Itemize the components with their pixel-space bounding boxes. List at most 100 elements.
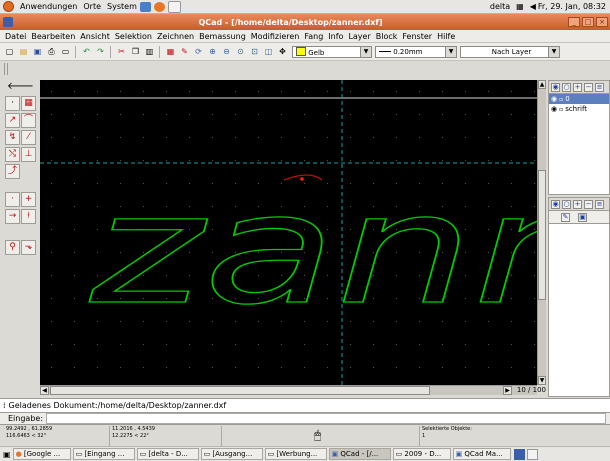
close-button[interactable]: × (596, 17, 608, 27)
horizontal-scroll-thumb[interactable] (50, 386, 430, 395)
zoom-auto-icon[interactable]: ⊙ (234, 45, 247, 58)
edit-layer-icon[interactable]: ≡ (595, 82, 604, 92)
zoom-in-icon[interactable]: ⊕ (206, 45, 219, 58)
menu-block[interactable]: Block (376, 32, 398, 41)
cut-icon[interactable]: ✂ (115, 45, 128, 58)
layer-row[interactable]: ◉ ▫ schrift (549, 104, 609, 114)
polyline-tool-icon[interactable]: ⤭ (5, 147, 20, 162)
circle-tool-icon[interactable]: ↯ (5, 130, 20, 145)
grid-icon[interactable]: ▦ (164, 45, 177, 58)
menu-bemassung[interactable]: Bemassung (199, 32, 246, 41)
command-input[interactable] (46, 413, 606, 424)
back-arrow-icon[interactable]: 🡐 (7, 82, 34, 93)
minimize-button[interactable]: _ (568, 17, 580, 27)
selection-handle[interactable] (300, 177, 304, 181)
eye-icon[interactable]: ◉ (551, 95, 557, 103)
select-point-icon[interactable]: · (5, 96, 20, 111)
scroll-down-icon[interactable]: ▼ (538, 376, 546, 385)
menu-info[interactable]: Info (328, 32, 343, 41)
menu-layer[interactable]: Layer (348, 32, 370, 41)
history-handle-icon[interactable]: ⁞ (3, 401, 6, 410)
launcher-terminal-icon[interactable] (139, 1, 151, 12)
drawing-text[interactable]: zann (88, 160, 537, 338)
paste-icon[interactable]: ▥ (143, 45, 156, 58)
workspace-switcher-icon[interactable] (526, 448, 538, 460)
color-select[interactable]: Gelb ▼ (292, 45, 372, 58)
app-icon[interactable] (3, 17, 13, 27)
add-layer-icon[interactable]: + (573, 82, 582, 92)
scroll-left-icon[interactable]: ◀ (40, 386, 49, 395)
menu-anwendungen[interactable]: Anwendungen (20, 2, 77, 11)
redo-icon[interactable]: ↷ (94, 45, 107, 58)
print-preview-icon[interactable]: ▭ (59, 45, 72, 58)
task-ausgang[interactable]: ▭ [Ausgang... (200, 448, 263, 460)
task-delta[interactable]: ▭ [delta - D... (136, 448, 199, 460)
task-google[interactable]: ● [Google ... (12, 448, 71, 460)
menu-datei[interactable]: Datei (5, 32, 26, 41)
lock-icon[interactable]: ▫ (559, 106, 563, 113)
zoom-previous-icon[interactable]: ◫ (262, 45, 275, 58)
show-desktop-icon[interactable]: ▣ (3, 450, 11, 459)
edit-block-pen-icon[interactable]: ✎ (561, 212, 570, 222)
show-all-blocks-icon[interactable]: ◉ (551, 199, 560, 209)
menu-modifizieren[interactable]: Modifizieren (251, 32, 300, 41)
snap-endpoint-icon[interactable]: → (5, 209, 20, 224)
task-2009[interactable]: ▭ 2009 - D... (392, 448, 451, 460)
hide-all-layers-icon[interactable]: ○ (562, 82, 571, 92)
maximize-button[interactable]: □ (582, 17, 594, 27)
save-icon[interactable]: ▣ (31, 45, 44, 58)
edit-block-icon[interactable]: ≡ (595, 199, 604, 209)
undo-icon[interactable]: ↶ (80, 45, 93, 58)
show-all-layers-icon[interactable]: ◉ (551, 82, 560, 92)
open-file-icon[interactable]: ▤ (17, 45, 30, 58)
layer-row[interactable]: ◉ ▫ 0 (549, 94, 609, 104)
window-titlebar[interactable]: QCad - [/home/delta/Desktop/zanner.dxf] … (0, 14, 610, 30)
task-eingang[interactable]: ▭ [Eingang ... (72, 448, 135, 460)
eye-icon[interactable]: ◉ (551, 105, 557, 113)
zoom-out-icon[interactable]: ⊖ (220, 45, 233, 58)
menu-bearbeiten[interactable]: Bearbeiten (31, 32, 75, 41)
linetype-select[interactable]: Nach Layer ▼ (460, 45, 560, 58)
menu-fenster[interactable]: Fenster (402, 32, 432, 41)
draft-mode-icon[interactable]: ✎ (178, 45, 191, 58)
clock[interactable]: Fr, 29. Jan, 08:32 (538, 2, 606, 11)
launcher-help-icon[interactable] (167, 0, 181, 13)
insert-block-icon[interactable]: ▣ (578, 212, 587, 222)
scroll-up-icon[interactable]: ▲ (538, 80, 546, 89)
zoom-window-icon[interactable]: ⊡ (248, 45, 261, 58)
remove-block-icon[interactable]: − (584, 199, 593, 209)
vertical-scroll-thumb[interactable] (538, 170, 546, 300)
modify-tool-icon[interactable]: ⚲ (5, 240, 20, 255)
add-block-icon[interactable]: + (573, 199, 582, 209)
snap-center-icon[interactable]: ⍿ (21, 209, 36, 224)
command-line[interactable]: Eingabe: (0, 412, 610, 424)
snap-free-icon[interactable]: · (5, 192, 20, 207)
lock-icon[interactable]: ▫ (559, 96, 563, 103)
grid-points-icon[interactable]: ▦ (21, 96, 36, 111)
pan-icon[interactable]: ✥ (276, 45, 289, 58)
menu-zeichnen[interactable]: Zeichnen (157, 32, 194, 41)
task-qcad-manual[interactable]: ▣ QCad Ma... (452, 448, 511, 460)
menu-selektion[interactable]: Selektion (115, 32, 152, 41)
hatch-tool-icon[interactable]: ⤴ (5, 164, 20, 179)
menu-orte[interactable]: Orte (83, 2, 101, 11)
copy-icon[interactable]: ❐ (129, 45, 142, 58)
menu-system[interactable]: System (107, 2, 137, 11)
arc-tool-icon[interactable]: ⌒ (21, 113, 36, 128)
hide-all-blocks-icon[interactable]: ○ (562, 199, 571, 209)
print-icon[interactable]: ⎙ (45, 45, 58, 58)
launcher-firefox-icon[interactable] (153, 1, 165, 12)
lineweight-select[interactable]: 0.20mm ▼ (375, 45, 457, 58)
toolbar-handle-icon[interactable] (4, 63, 8, 75)
snap-grid-icon[interactable]: + (21, 192, 36, 207)
menu-ansicht[interactable]: Ansicht (80, 32, 110, 41)
redraw-icon[interactable]: ⟳ (192, 45, 205, 58)
workspace-switcher-icon[interactable] (513, 448, 525, 460)
drawing-canvas[interactable]: zann (40, 80, 537, 385)
line-tool-icon[interactable]: ↗ (5, 113, 20, 128)
dimension-tool-icon[interactable]: ⬎ (21, 240, 36, 255)
network-icon[interactable]: ▦ (516, 2, 524, 11)
remove-layer-icon[interactable]: − (584, 82, 593, 92)
horizontal-scrollbar[interactable]: ◀ ▶ (40, 385, 537, 395)
task-werbung[interactable]: ▭ [Werbung... (264, 448, 327, 460)
